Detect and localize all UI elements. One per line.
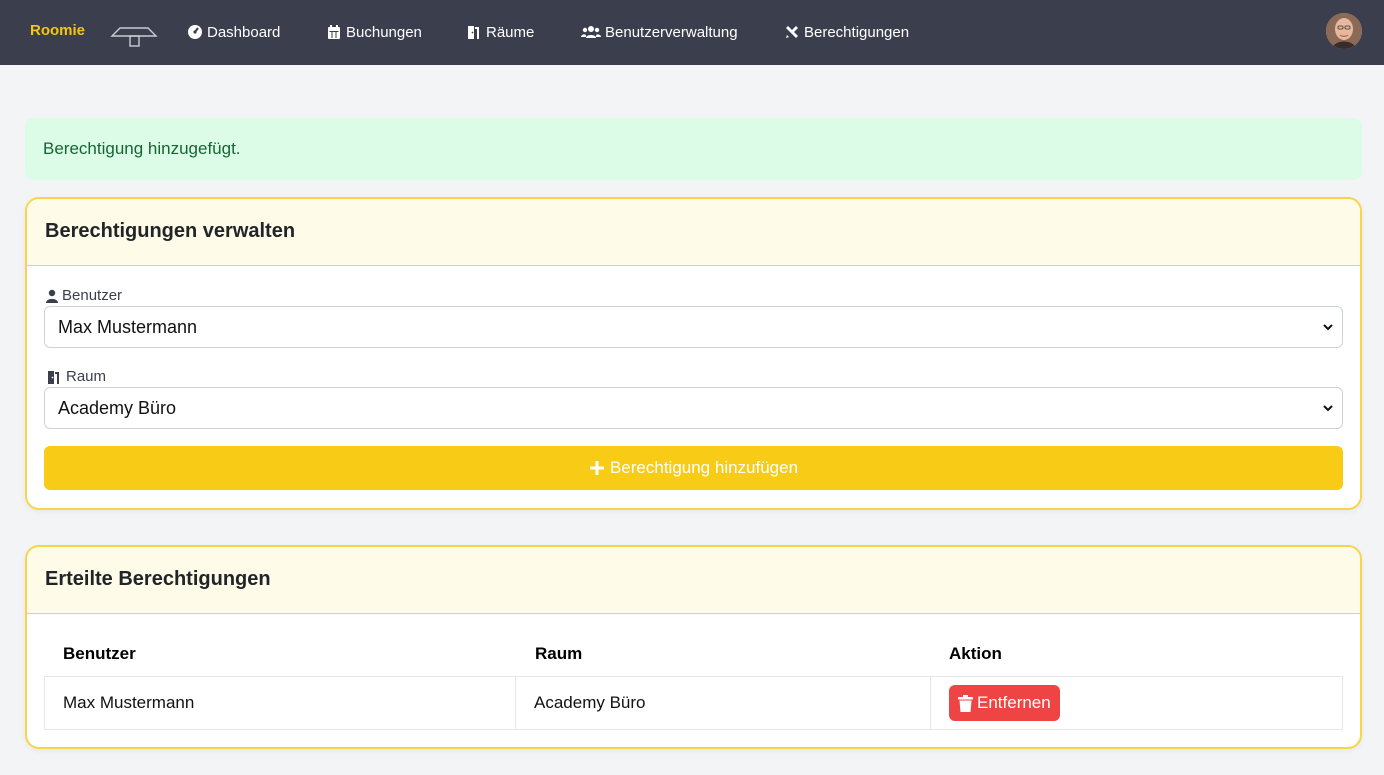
user-select[interactable]: Max Mustermann [44, 306, 1343, 348]
room-select[interactable]: Academy Büro [44, 387, 1343, 429]
nav-raeume-label: Räume [486, 23, 535, 41]
granted-permissions-card: Erteilte Berechtigungen Benutzer Raum Ak… [25, 545, 1362, 749]
cell-divider [515, 677, 516, 729]
row-room-cell: Academy Büro [534, 693, 646, 712]
nav-dashboard[interactable]: Dashboard [187, 22, 280, 42]
nav-benutzerverwaltung[interactable]: Benutzerverwaltung [581, 22, 738, 42]
column-header-user: Benutzer [63, 644, 136, 663]
trash-icon [958, 694, 973, 712]
table-logo-icon [110, 27, 158, 47]
manage-permissions-card: Berechtigungen verwalten Benutzer Max Mu… [25, 197, 1362, 510]
avatar-image [1326, 13, 1362, 49]
success-alert: Berechtigung hinzugefügt. [25, 118, 1362, 180]
user-avatar[interactable] [1326, 13, 1362, 49]
top-navbar: Roomie Dashboard Buchungen Räume Benutze… [0, 0, 1384, 65]
door-icon [468, 26, 479, 39]
tools-icon [786, 26, 798, 38]
remove-permission-button[interactable]: Entfernen [949, 685, 1060, 721]
gauge-icon [188, 25, 202, 39]
nav-buchungen[interactable]: Buchungen [326, 22, 422, 42]
users-icon [581, 26, 601, 38]
manage-permissions-title: Berechtigungen verwalten [27, 199, 1360, 266]
room-field-label: Raum [45, 368, 106, 385]
chevron-down-icon [1323, 405, 1333, 412]
add-permission-button[interactable]: Berechtigung hinzufügen [44, 446, 1343, 490]
nav-dashboard-label: Dashboard [207, 23, 281, 41]
column-header-action: Aktion [949, 644, 1002, 663]
user-select-value: Max Mustermann [58, 317, 198, 337]
row-user-cell: Max Mustermann [63, 693, 195, 712]
plus-icon [589, 461, 604, 475]
calendar-icon [328, 25, 340, 39]
user-label-text: Benutzer [62, 287, 123, 304]
cell-divider [930, 677, 931, 729]
granted-permissions-title: Erteilte Berechtigungen [27, 547, 1360, 614]
add-permission-label: Berechtigung hinzufügen [609, 458, 799, 477]
nav-benutzerverwaltung-label: Benutzerverwaltung [605, 23, 738, 41]
table-row: Max Mustermann Academy Büro Entfernen [44, 676, 1343, 730]
remove-permission-label: Entfernen [977, 693, 1051, 712]
room-label-text: Raum [66, 368, 107, 385]
user-field-label: Benutzer [45, 287, 122, 304]
room-select-value: Academy Büro [58, 398, 177, 418]
column-header-room: Raum [535, 644, 583, 663]
brand-name[interactable]: Roomie [30, 22, 85, 39]
chevron-down-icon [1323, 324, 1333, 331]
nav-raeume[interactable]: Räume [466, 22, 534, 42]
nav-buchungen-label: Buchungen [346, 23, 422, 41]
door-icon [48, 370, 59, 384]
nav-berechtigungen-label: Berechtigungen [804, 23, 910, 41]
nav-berechtigungen[interactable]: Berechtigungen [784, 22, 909, 42]
user-icon [46, 289, 58, 303]
